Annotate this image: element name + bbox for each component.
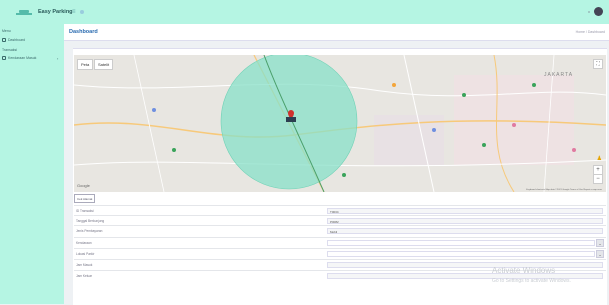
map-canvas [74, 55, 606, 192]
map-label-jakarta: JAKARTA [544, 72, 574, 78]
google-logo: Google [77, 183, 90, 188]
fullscreen-icon[interactable]: ⛶ [593, 59, 603, 69]
logo-icon [16, 10, 32, 15]
sidebar-item-dashboard[interactable]: Dashboard [2, 38, 25, 42]
page-title: Dashboard [69, 29, 98, 35]
form-row-vehicle: Kendaraan ⌄ [74, 237, 606, 248]
chevron-down-icon[interactable]: ⌄ [596, 250, 604, 258]
breadcrumb[interactable]: Home / Dashboard [576, 30, 605, 34]
watermark-title: Activate Windows [492, 266, 556, 275]
field-label: ID Transaksi [76, 209, 94, 213]
field-label: Jam Masuk [76, 263, 93, 267]
brand-name[interactable]: Easy Parking [38, 9, 73, 15]
car-icon [2, 56, 6, 60]
notification-dot [588, 11, 590, 13]
field-label: Jenis Pembayaran [76, 229, 103, 233]
chevron-down-icon[interactable]: ⌄ [596, 239, 604, 247]
sidebar-item-parking[interactable]: Kendaraan Masuk [2, 56, 36, 60]
sidebar-section-transaksi: Transaksi [2, 48, 18, 52]
id-field[interactable]: T0034 [327, 208, 603, 214]
form-row-payment: Jenis Pembayaran Mobil [74, 225, 606, 236]
location-select[interactable] [327, 251, 595, 257]
check-address-button[interactable]: Cek Alamat [74, 194, 96, 203]
top-navbar: Easy Parking ≡ [0, 0, 609, 24]
field-label: Lokasi Parkir [76, 252, 95, 256]
map-attribution[interactable]: Keyboard shortcuts Map data ©2021 Google… [526, 189, 602, 191]
dashboard-icon [2, 38, 6, 42]
sidebar-item-label: Dashboard [8, 38, 26, 42]
avatar[interactable] [594, 7, 603, 16]
field-label: Kendaraan [76, 241, 92, 245]
zoom-out-button[interactable]: − [593, 174, 603, 184]
watermark-subtitle: Go to Settings to activate Windows. [492, 278, 571, 284]
form-row-location: Lokasi Parkir ⌄ [74, 248, 606, 259]
map[interactable]: Peta Satelit ⛶ ♟ + − Google Keyboard sho… [74, 55, 606, 192]
field-label: Tanggal Berkunjung [76, 219, 105, 223]
tab-map[interactable]: Peta [77, 59, 94, 70]
chevron-left-icon[interactable]: ‹ [57, 56, 58, 61]
payment-field[interactable]: Mobil [327, 228, 603, 234]
street-view-icon[interactable]: ♟ [597, 155, 602, 162]
sidebar-item-label: Kendaraan Masuk [8, 56, 37, 60]
content-header: Dashboard Home / Dashboard [64, 24, 609, 41]
dot-icon [80, 10, 84, 14]
vehicle-select[interactable] [327, 240, 595, 246]
entry-time-field[interactable] [327, 262, 603, 268]
visit-date-field[interactable]: P0082 [327, 218, 603, 224]
field-label: Jam Keluar [76, 274, 93, 278]
tab-satellite[interactable]: Satelit [94, 59, 114, 70]
sidebar: Menu Dashboard Transaksi Kendaraan Masuk… [0, 24, 64, 304]
sidebar-section-menu: Menu [2, 29, 11, 33]
menu-icon[interactable]: ≡ [72, 9, 76, 15]
